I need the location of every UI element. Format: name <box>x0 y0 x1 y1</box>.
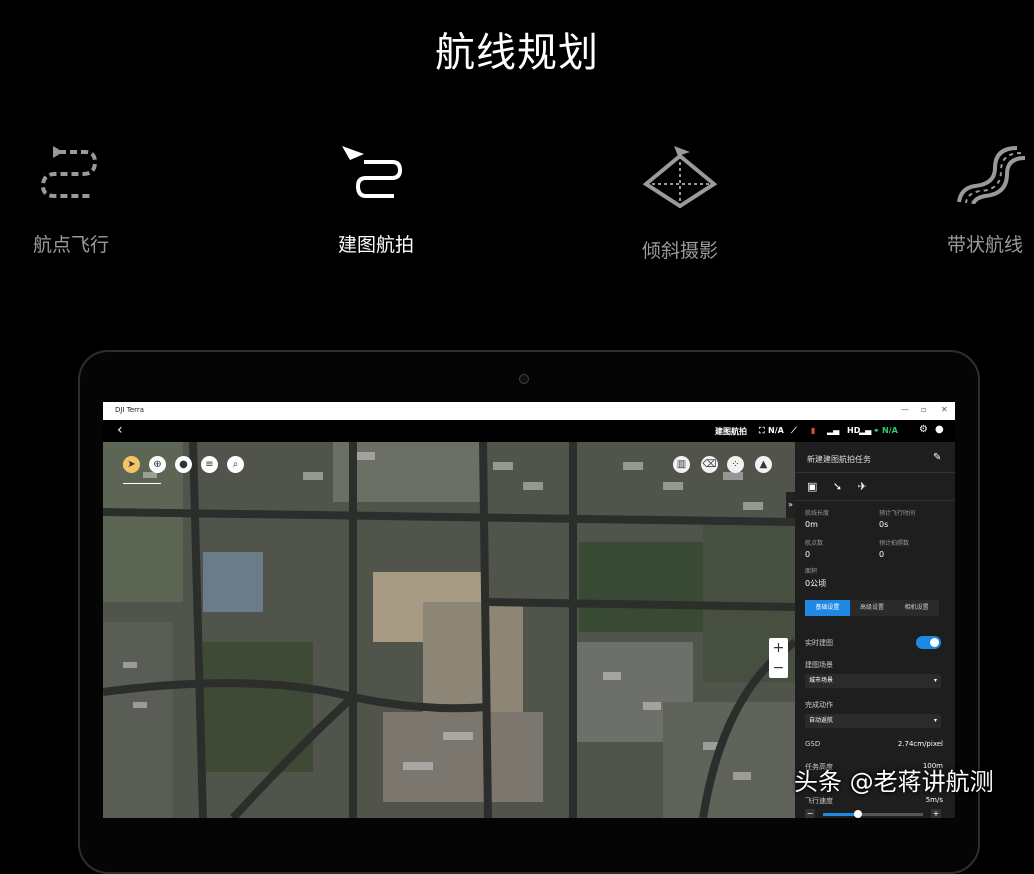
eraser-icon[interactable]: ⌫ <box>701 456 718 473</box>
stat-value: 0公顷 <box>805 579 827 588</box>
locate-icon[interactable]: ⊕ <box>149 456 166 473</box>
waypoint-tool-icon[interactable]: ⁘ <box>727 456 744 473</box>
scene-value: 城市场景 <box>809 677 834 684</box>
aircraft-icon[interactable]: ▲ <box>755 456 772 473</box>
mode-oblique[interactable]: 倾斜摄影 <box>600 144 760 263</box>
satellite-map[interactable]: ➤ ⊕ ● ≡ ⌕ ▥ ⌫ ⁘ ▲ » + − <box>103 442 795 818</box>
mode-mapping[interactable]: 建图航拍 <box>296 144 456 257</box>
list-icon[interactable]: ≡ <box>201 456 218 473</box>
stat-label: 面积 <box>805 568 818 575</box>
minimize-icon[interactable]: — <box>901 405 909 414</box>
waypoint-flight-icon <box>40 146 98 198</box>
divider <box>795 500 955 501</box>
speed-slider[interactable] <box>823 810 923 818</box>
user-icon[interactable]: ● <box>935 424 944 435</box>
hd-signal-icon: ▂▄ <box>859 426 872 435</box>
finish-action-value: 自动返航 <box>809 717 834 724</box>
speed-value: 5m/s <box>925 796 943 804</box>
speed-label: 飞行速度 <box>805 797 833 805</box>
page-title: 航线规划 <box>435 30 599 76</box>
scene-label: 建图场景 <box>805 661 833 669</box>
drone-status: N/A <box>882 426 898 435</box>
signal-icon: ▂▄ <box>827 426 840 435</box>
stat-label: 预计飞行时间 <box>879 510 916 517</box>
map-scale-bar <box>123 483 161 484</box>
import-icon[interactable]: ➘ <box>833 480 842 493</box>
chevron-down-icon: ▾ <box>933 717 937 724</box>
stat-value: 0s <box>879 520 889 529</box>
map-imagery <box>103 442 795 818</box>
back-arrow-icon[interactable]: ‹ <box>117 422 123 438</box>
rc-signal-icon: ⟋ <box>791 426 797 435</box>
corridor-route-icon <box>957 146 1025 204</box>
mode-corridor[interactable]: 带状航线 <box>905 144 1034 257</box>
realtime-mapping-label: 实时建图 <box>805 639 833 647</box>
watermark: 头条 @老蒋讲航测 <box>794 768 994 796</box>
finish-action-label: 完成动作 <box>805 701 833 709</box>
drone-settings-icon[interactable]: ✈ <box>858 480 867 493</box>
drone-icon: ⌖ <box>874 426 879 435</box>
stat-label: 航线长度 <box>805 510 830 517</box>
mode-label: 建图航拍 <box>337 234 414 256</box>
stat-label: 航点数 <box>805 540 824 547</box>
webcam-icon <box>519 374 529 384</box>
stat-value: 0m <box>805 520 818 529</box>
battery-icon: ▮ <box>811 426 816 435</box>
maximize-icon[interactable]: ▫ <box>921 405 926 414</box>
stat-value: 0 <box>879 550 885 559</box>
close-icon[interactable]: ✕ <box>941 405 948 414</box>
edit-icon[interactable]: ✎ <box>933 452 941 463</box>
chevron-down-icon: ▾ <box>933 677 937 684</box>
gps-status: N/A <box>768 426 784 435</box>
map-pin-icon[interactable]: ● <box>175 456 192 473</box>
search-icon[interactable]: ⌕ <box>227 456 244 473</box>
divider <box>795 472 955 473</box>
window-titlebar: DJI Terra — ▫ ✕ <box>103 402 955 420</box>
gsd-value: 2.74cm/pixel <box>897 740 943 748</box>
speed-slider-knob[interactable] <box>854 810 862 818</box>
mode-label: 倾斜摄影 <box>641 240 718 262</box>
mode-title: 建图航拍 <box>715 427 747 436</box>
stat-value: 0 <box>805 550 811 559</box>
app-topbar: ‹ 建图航拍 ⛶ N/A ⟋ ▮ ▂▄ HD ▂▄ ⌖ N/A ⚙ ● <box>103 420 955 442</box>
save-icon[interactable]: ▣ <box>807 480 817 493</box>
delete-icon[interactable]: ▥ <box>673 456 690 473</box>
mode-label: 带状航线 <box>946 234 1023 256</box>
mode-label: 航点飞行 <box>32 234 109 256</box>
panel-toolbar: ▣ ➘ ✈ <box>807 480 879 493</box>
tab-advanced[interactable]: 高级设置 <box>850 600 895 616</box>
mode-waypoint-flight[interactable]: 航点飞行 <box>0 144 151 257</box>
zoom-out-button[interactable]: − <box>769 658 788 678</box>
zoom-in-button[interactable]: + <box>769 638 788 658</box>
app-window: DJI Terra — ▫ ✕ ‹ 建图航拍 ⛶ N/A ⟋ ▮ ▂▄ HD ▂… <box>103 402 955 818</box>
speed-increase-button[interactable]: + <box>931 809 941 818</box>
gps-icon: ⛶ <box>759 426 765 435</box>
panel-title: 新建建图航拍任务 <box>807 455 871 464</box>
scene-select[interactable]: 城市场景 ▾ <box>805 674 941 688</box>
settings-tabs: 基础设置 高级设置 相机设置 <box>805 600 939 616</box>
tab-camera[interactable]: 相机设置 <box>894 600 939 616</box>
expand-panel-handle[interactable]: » <box>786 492 795 518</box>
speed-decrease-button[interactable]: − <box>805 809 815 818</box>
stat-label: 预计拍照数 <box>879 540 910 547</box>
gsd-label: GSD <box>805 740 821 748</box>
tab-basic[interactable]: 基础设置 <box>805 600 850 616</box>
gear-icon[interactable]: ⚙ <box>919 424 928 435</box>
oblique-photography-icon <box>642 146 718 209</box>
window-title: DJI Terra <box>115 406 145 414</box>
finish-action-select[interactable]: 自动返航 ▾ <box>805 714 941 728</box>
speed-slider-fill <box>823 813 858 816</box>
realtime-mapping-toggle[interactable] <box>916 636 941 649</box>
zoom-control: + − <box>769 638 788 678</box>
compass-icon[interactable]: ➤ <box>123 456 140 473</box>
mapping-flight-icon <box>342 146 403 198</box>
